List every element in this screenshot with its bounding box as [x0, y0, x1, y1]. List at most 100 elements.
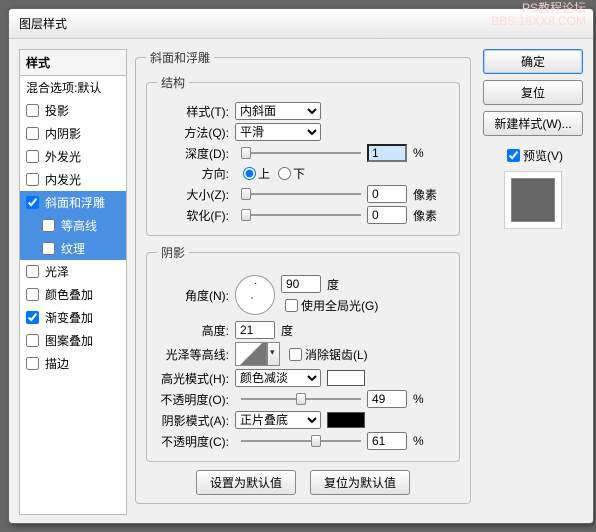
sidebar-item[interactable]: 斜面和浮雕: [20, 191, 126, 214]
technique-label: 方法(Q):: [157, 124, 235, 141]
sidebar-item[interactable]: 颜色叠加: [20, 283, 126, 306]
sidebar-item[interactable]: 内阴影: [20, 122, 126, 145]
depth-label: 深度(D):: [157, 145, 235, 162]
sidebar-list[interactable]: 混合选项:默认 投影内阴影外发光内发光斜面和浮雕等高线纹理光泽颜色叠加渐变叠加图…: [19, 75, 127, 515]
sidebar-header: 样式: [19, 49, 127, 75]
style-select[interactable]: 内斜面: [235, 102, 321, 120]
shadow-opacity-input[interactable]: [367, 432, 407, 450]
sidebar-item[interactable]: 图案叠加: [20, 329, 126, 352]
global-light-checkbox[interactable]: [285, 299, 298, 312]
shading-group: 阴影 角度(N): · 度: [146, 244, 460, 462]
sidebar-item-label: 内阴影: [45, 125, 81, 142]
sidebar-item-checkbox[interactable]: [26, 196, 39, 209]
highlight-opacity-unit: %: [413, 392, 424, 406]
cancel-button[interactable]: 复位: [483, 80, 583, 105]
structure-group: 结构 样式(T): 内斜面 方法(Q): 平滑 深度(D): %: [146, 74, 460, 236]
sidebar-item[interactable]: 投影: [20, 99, 126, 122]
preview-swatch: [511, 178, 555, 222]
sidebar-item[interactable]: 渐变叠加: [20, 306, 126, 329]
direction-down-label: 下: [293, 165, 305, 182]
sidebar-item-label: 颜色叠加: [45, 286, 93, 303]
highlight-opacity-label: 不透明度(O):: [157, 391, 235, 408]
bevel-emboss-group: 斜面和浮雕 结构 样式(T): 内斜面 方法(Q): 平滑 深度(D):: [135, 49, 471, 504]
preview-label: 预览(V): [523, 147, 563, 164]
antialias-checkbox[interactable]: [289, 348, 302, 361]
bevel-emboss-legend: 斜面和浮雕: [146, 49, 214, 66]
sidebar-item[interactable]: 纹理: [20, 237, 126, 260]
antialias-label: 消除锯齿(L): [305, 346, 368, 363]
shadow-mode-label: 阴影模式(A):: [157, 412, 235, 429]
sidebar-item[interactable]: 内发光: [20, 168, 126, 191]
sidebar-item-checkbox[interactable]: [42, 242, 55, 255]
gloss-contour-picker[interactable]: [235, 342, 267, 366]
direction-up-label: 上: [258, 165, 270, 182]
global-light-label: 使用全局光(G): [301, 297, 378, 314]
sidebar-item-checkbox[interactable]: [26, 311, 39, 324]
sidebar-item-checkbox[interactable]: [26, 150, 39, 163]
angle-wheel[interactable]: ·: [235, 275, 275, 315]
shadow-opacity-label: 不透明度(C):: [157, 433, 235, 450]
sidebar-item[interactable]: 光泽: [20, 260, 126, 283]
altitude-unit: 度: [281, 322, 293, 339]
styles-sidebar: 样式 混合选项:默认 投影内阴影外发光内发光斜面和浮雕等高线纹理光泽颜色叠加渐变…: [19, 49, 127, 515]
sidebar-item-checkbox[interactable]: [26, 357, 39, 370]
shadow-opacity-unit: %: [413, 434, 424, 448]
watermark-line2: BBS.16XX8.COM: [491, 15, 586, 28]
new-style-button[interactable]: 新建样式(W)...: [483, 111, 583, 136]
sidebar-item-label: 投影: [45, 102, 69, 119]
gloss-contour-label: 光泽等高线:: [157, 346, 235, 363]
reset-default-button[interactable]: 复位为默认值: [310, 470, 410, 495]
shading-legend: 阴影: [157, 244, 189, 261]
right-panel: 确定 复位 新建样式(W)... 预览(V): [479, 49, 587, 515]
main-panel: 斜面和浮雕 结构 样式(T): 内斜面 方法(Q): 平滑 深度(D):: [135, 49, 471, 515]
soften-unit: 像素: [413, 207, 437, 224]
soften-label: 软化(F):: [157, 207, 235, 224]
highlight-mode-select[interactable]: 颜色减淡: [235, 369, 321, 387]
size-input[interactable]: [367, 185, 407, 203]
soften-input[interactable]: [367, 206, 407, 224]
sidebar-item-label: 等高线: [61, 217, 97, 234]
sidebar-item-blend-options[interactable]: 混合选项:默认: [20, 76, 126, 99]
sidebar-item-checkbox[interactable]: [26, 288, 39, 301]
shadow-opacity-slider[interactable]: [241, 433, 361, 449]
altitude-input[interactable]: [235, 321, 275, 339]
highlight-opacity-slider[interactable]: [241, 391, 361, 407]
ok-button[interactable]: 确定: [483, 49, 583, 74]
sidebar-item-checkbox[interactable]: [26, 334, 39, 347]
altitude-label: 高度:: [157, 322, 235, 339]
sidebar-item-checkbox[interactable]: [26, 265, 39, 278]
sidebar-item-label: 描边: [45, 355, 69, 372]
make-default-button[interactable]: 设置为默认值: [196, 470, 296, 495]
soften-slider[interactable]: [241, 207, 361, 223]
sidebar-item-checkbox[interactable]: [42, 219, 55, 232]
watermark: PS教程论坛 BBS.16XX8.COM: [491, 2, 586, 28]
chevron-down-icon[interactable]: [267, 342, 280, 366]
depth-unit: %: [413, 146, 424, 160]
depth-slider[interactable]: [241, 145, 361, 161]
sidebar-item[interactable]: 描边: [20, 352, 126, 375]
sidebar-item[interactable]: 等高线: [20, 214, 126, 237]
sidebar-item-checkbox[interactable]: [26, 104, 39, 117]
sidebar-item[interactable]: 外发光: [20, 145, 126, 168]
direction-up-radio[interactable]: [243, 167, 256, 180]
technique-select[interactable]: 平滑: [235, 123, 321, 141]
sidebar-item-label: 外发光: [45, 148, 81, 165]
highlight-opacity-input[interactable]: [367, 390, 407, 408]
size-label: 大小(Z):: [157, 186, 235, 203]
sidebar-item-label: 纹理: [61, 240, 85, 257]
depth-input[interactable]: [367, 144, 407, 162]
shadow-color-swatch[interactable]: [327, 412, 365, 428]
direction-down-radio[interactable]: [278, 167, 291, 180]
sidebar-item-checkbox[interactable]: [26, 173, 39, 186]
sidebar-item-label: 混合选项:默认: [26, 79, 101, 96]
shadow-mode-select[interactable]: 正片叠底: [235, 411, 321, 429]
highlight-mode-label: 高光模式(H):: [157, 370, 235, 387]
angle-input[interactable]: [281, 275, 321, 293]
preview-checkbox[interactable]: [507, 149, 520, 162]
sidebar-item-label: 光泽: [45, 263, 69, 280]
highlight-color-swatch[interactable]: [327, 370, 365, 386]
sidebar-item-label: 渐变叠加: [45, 309, 93, 326]
sidebar-item-checkbox[interactable]: [26, 127, 39, 140]
sidebar-item-label: 图案叠加: [45, 332, 93, 349]
size-slider[interactable]: [241, 186, 361, 202]
